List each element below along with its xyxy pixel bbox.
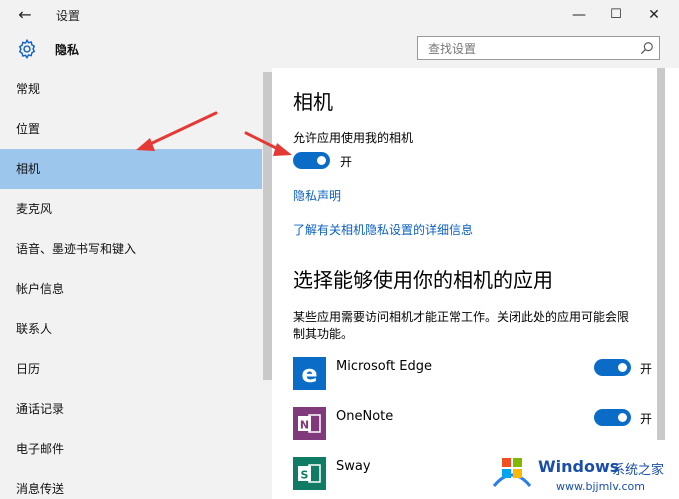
window-title: 设置 <box>56 9 81 23</box>
sidebar-item-account-info[interactable]: 帐户信息 <box>0 269 262 309</box>
app-name-edge: Microsoft Edge <box>336 359 433 374</box>
minimize-button[interactable]: — <box>567 3 591 27</box>
sidebar-item-camera[interactable]: 相机 <box>0 149 262 189</box>
main-content: 相机 允许应用使用我的相机 开 隐私声明 了解有关相机隐私设置的详细信息 选择能… <box>272 68 679 499</box>
apps-description-line2: 制其功能。 <box>293 327 354 341</box>
camera-access-toggle[interactable] <box>293 152 330 169</box>
sidebar: 常规 位置 相机 麦克风 语音、墨迹书写和键入 帐户信息 联系人 日历 通话记录… <box>0 68 272 499</box>
svg-text:S: S <box>301 469 309 482</box>
onenote-camera-state: 开 <box>640 412 653 426</box>
onenote-icon: N <box>293 407 326 440</box>
search-icon[interactable] <box>640 41 654 55</box>
privacy-statement-link[interactable]: 隐私声明 <box>293 187 341 204</box>
svg-text:e: e <box>301 360 317 388</box>
gear-icon <box>18 38 36 60</box>
toggle-knob <box>618 363 627 372</box>
sidebar-item-speech[interactable]: 语音、墨迹书写和键入 <box>0 229 262 269</box>
section-title: 相机 <box>293 90 333 114</box>
sidebar-item-call-history[interactable]: 通话记录 <box>0 389 262 429</box>
search-box[interactable] <box>417 36 660 60</box>
app-row-edge: e Microsoft Edge 开 <box>293 357 663 393</box>
sidebar-item-messaging[interactable]: 消息传送 <box>0 469 262 499</box>
camera-access-state: 开 <box>340 155 353 169</box>
sidebar-item-general[interactable]: 常规 <box>0 69 262 109</box>
windows-logo-icon <box>492 458 532 487</box>
allow-camera-label: 允许应用使用我的相机 <box>293 131 414 145</box>
maximize-button[interactable]: ☐ <box>604 3 628 27</box>
sway-icon: S <box>293 457 326 490</box>
close-button[interactable]: ✕ <box>642 3 666 27</box>
apps-description-line1: 某些应用需要访问相机才能正常工作。关闭此处的应用可能会限 <box>293 310 630 324</box>
watermark-cn: 系统之家 <box>612 463 665 478</box>
back-button[interactable]: ← <box>14 4 36 26</box>
toggle-knob <box>618 413 627 422</box>
edge-camera-toggle[interactable] <box>594 359 631 376</box>
title-bar: ← 设置 — ☐ ✕ <box>0 0 679 30</box>
app-name-sway: Sway <box>336 459 371 474</box>
search-input[interactable] <box>426 39 640 59</box>
back-arrow-icon: ← <box>18 5 32 24</box>
svg-text:N: N <box>300 419 309 432</box>
sidebar-item-calendar[interactable]: 日历 <box>0 349 262 389</box>
onenote-camera-toggle[interactable] <box>594 409 631 426</box>
app-name-onenote: OneNote <box>336 409 394 424</box>
sidebar-scrollbar[interactable] <box>263 72 272 380</box>
watermark-title: Windows <box>538 457 620 476</box>
edge-camera-state: 开 <box>640 362 653 376</box>
sidebar-item-email[interactable]: 电子邮件 <box>0 429 262 469</box>
content-scrollbar[interactable] <box>657 68 665 440</box>
edge-icon: e <box>293 357 326 390</box>
sidebar-item-location[interactable]: 位置 <box>0 109 262 149</box>
watermark-url: www.bjjmlv.com <box>556 480 645 493</box>
app-row-onenote: N OneNote 开 <box>293 407 663 443</box>
apps-section-title: 选择能够使用你的相机的应用 <box>293 268 553 292</box>
sidebar-item-microphone[interactable]: 麦克风 <box>0 189 262 229</box>
learn-more-link[interactable]: 了解有关相机隐私设置的详细信息 <box>293 221 473 238</box>
sidebar-item-contacts[interactable]: 联系人 <box>0 309 262 349</box>
page-header: 隐私 <box>0 30 679 68</box>
toggle-knob <box>317 156 326 165</box>
watermark: Windows 系统之家 www.bjjmlv.com <box>486 448 679 499</box>
page-title: 隐私 <box>55 43 80 57</box>
